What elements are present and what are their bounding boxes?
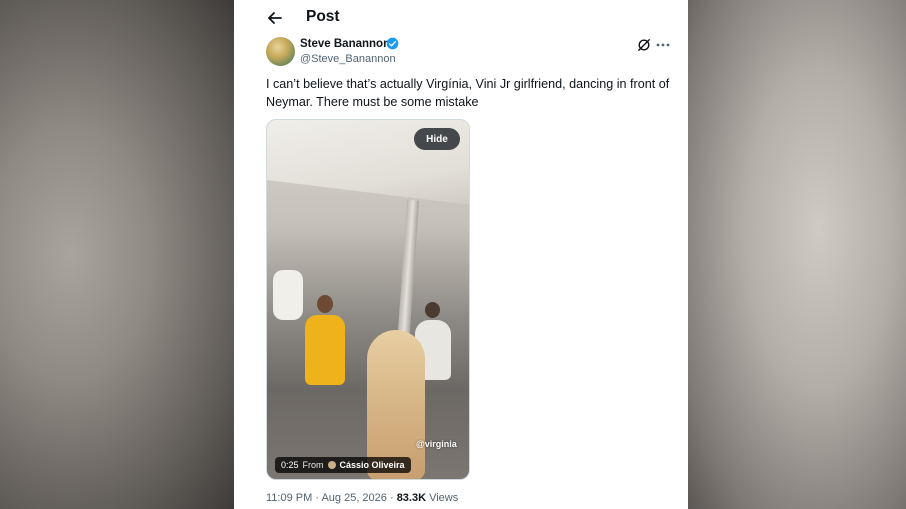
more-icon[interactable] <box>655 38 671 52</box>
video-time-pill: 0:25 From Cássio Oliveira <box>275 457 411 473</box>
views-count: 83.3K <box>396 492 427 504</box>
video-player[interactable]: Hide @virginia 0:25 From Cássio Oliveira <box>266 119 470 480</box>
source-avatar <box>327 461 336 469</box>
author-handle[interactable]: @Steve_Banannon <box>300 53 396 65</box>
back-arrow-icon <box>268 12 282 24</box>
views-label: Views <box>426 492 459 504</box>
background-left <box>0 0 234 509</box>
post-card: Post Steve Banannon @Steve_Banannon I ca… <box>234 0 688 509</box>
post-header: Post <box>234 0 688 34</box>
video-watermark: @virginia <box>416 439 457 449</box>
post-date[interactable]: Aug 25, 2026 <box>321 492 386 504</box>
back-button[interactable] <box>264 8 286 28</box>
video-from-label: From <box>302 460 324 470</box>
video-duration: 0:25 <box>281 460 299 470</box>
hide-media-button[interactable]: Hide <box>414 128 460 150</box>
verified-badge-icon <box>386 37 399 50</box>
post-time[interactable]: 11:09 PM <box>266 492 312 504</box>
meta-separator: · <box>386 492 397 504</box>
page-title: Post <box>306 8 340 25</box>
tweet-text: I can’t believe that’s actually Virgínia… <box>266 77 670 109</box>
avatar[interactable] <box>266 37 295 66</box>
video-frame-person <box>273 270 303 320</box>
post-meta: 11:09 PM · Aug 25, 2026 · 83.3K Views <box>266 492 458 504</box>
video-source-name[interactable]: Cássio Oliveira <box>340 460 405 470</box>
author-display-name[interactable]: Steve Banannon <box>300 38 390 50</box>
video-frame-person <box>305 295 345 385</box>
background-right <box>688 0 906 509</box>
grok-icon[interactable] <box>637 38 651 52</box>
